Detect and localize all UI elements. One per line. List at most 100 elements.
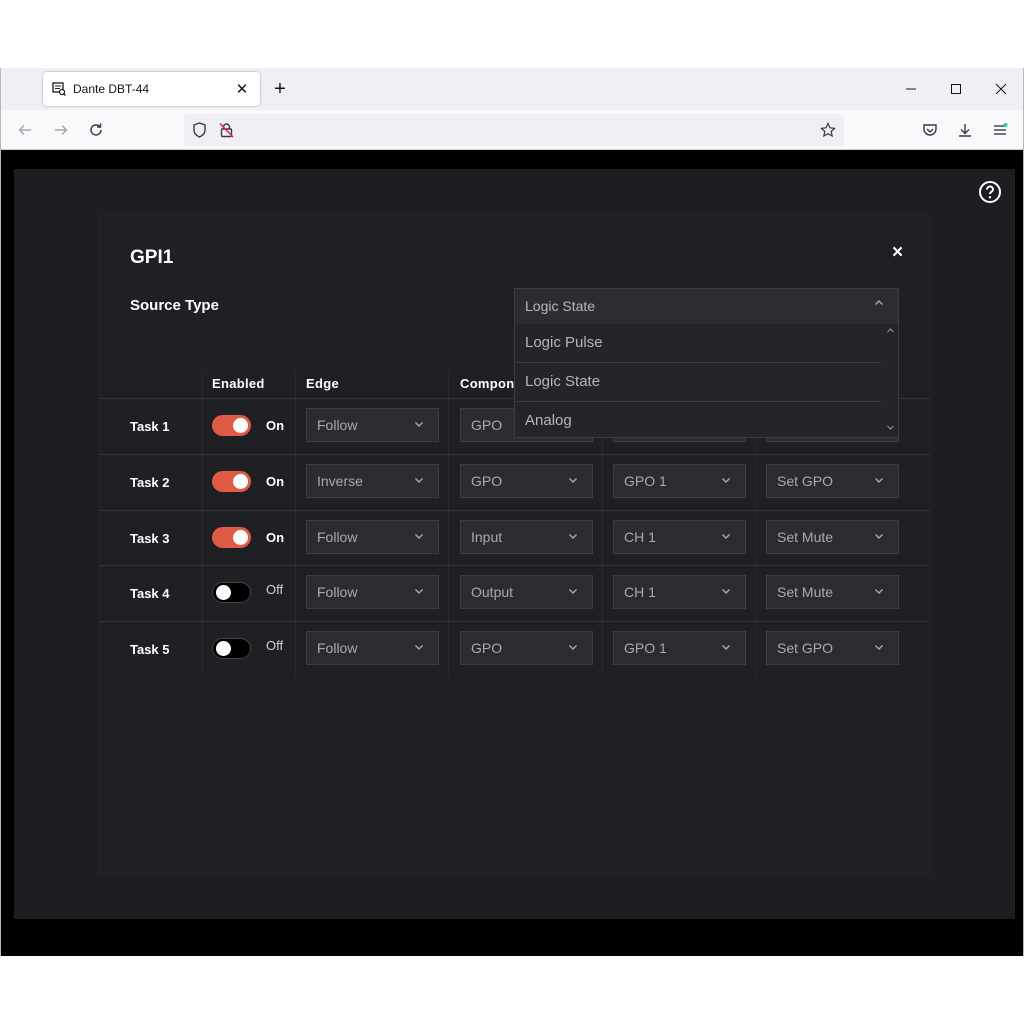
channel-select[interactable]: GPO 1 <box>613 631 746 665</box>
navigation-bar <box>1 110 1023 150</box>
edge-value: Follow <box>317 529 358 545</box>
task-label: Task 5 <box>130 642 170 657</box>
toggle-knob <box>233 474 248 489</box>
browser-window: Dante DBT-44 ✕ + GPI1 × Source Type Enab… <box>0 68 1024 956</box>
action-select[interactable]: Set GPO <box>766 631 899 665</box>
action-select[interactable]: Set Mute <box>766 575 899 609</box>
toggle-state-label: On <box>266 418 285 433</box>
insecure-lock-icon[interactable] <box>218 122 234 138</box>
new-tab-button[interactable]: + <box>269 78 291 100</box>
maximize-button[interactable] <box>933 68 979 110</box>
dropdown-option[interactable]: Analog <box>515 402 881 437</box>
toggle-knob <box>216 585 231 600</box>
page-content: GPI1 × Source Type Enabled Edge Compon T… <box>2 151 1023 956</box>
modal-close-button[interactable]: × <box>892 242 903 264</box>
channel-select[interactable]: CH 1 <box>613 575 746 609</box>
chevron-down-icon <box>568 642 578 652</box>
edge-select[interactable]: Follow <box>306 520 439 554</box>
help-icon[interactable] <box>978 180 1002 204</box>
enabled-toggle[interactable] <box>212 527 251 548</box>
action-value: Set GPO <box>777 640 834 656</box>
chevron-down-icon <box>874 475 884 485</box>
chevron-down-icon <box>568 475 578 485</box>
enabled-toggle[interactable] <box>212 638 251 659</box>
menu-icon[interactable] <box>988 118 1012 142</box>
scroll-down-icon[interactable] <box>886 423 895 435</box>
row-divider <box>100 621 930 622</box>
row-divider <box>100 454 930 455</box>
tab-title: Dante DBT-44 <box>73 82 150 96</box>
column-divider <box>202 371 203 676</box>
edge-value: Inverse <box>317 473 363 489</box>
edge-select[interactable]: Follow <box>306 408 439 442</box>
row-divider <box>100 565 930 566</box>
reload-icon[interactable] <box>84 118 108 142</box>
chevron-down-icon <box>721 586 731 596</box>
toggle-knob <box>216 641 231 656</box>
task-label: Task 4 <box>130 586 170 601</box>
tab-close-icon[interactable]: ✕ <box>234 80 250 98</box>
component-value: Output <box>471 584 514 600</box>
enabled-toggle[interactable] <box>212 582 251 603</box>
toggle-state-label: On <box>266 474 285 489</box>
chevron-down-icon <box>721 531 731 541</box>
forward-arrow-icon[interactable] <box>49 118 73 142</box>
edge-select[interactable]: Inverse <box>306 464 439 498</box>
bookmark-star-icon[interactable] <box>820 122 836 138</box>
channel-select[interactable]: CH 1 <box>613 520 746 554</box>
component-select[interactable]: GPO <box>460 464 593 498</box>
modal-title: GPI1 <box>130 247 174 268</box>
chevron-down-icon <box>568 586 578 596</box>
dropdown-option[interactable]: Logic State <box>515 363 881 402</box>
back-arrow-icon[interactable] <box>13 118 37 142</box>
toggle-state-label: On <box>266 530 285 545</box>
source-type-value: Logic State <box>525 298 596 314</box>
task-label: Task 1 <box>130 419 170 434</box>
enabled-toggle[interactable] <box>212 471 251 492</box>
shield-icon[interactable] <box>191 122 207 138</box>
action-value: Set Mute <box>777 584 834 600</box>
channel-value: GPO 1 <box>624 640 667 656</box>
close-window-button[interactable] <box>978 68 1024 110</box>
chevron-down-icon <box>414 419 424 429</box>
url-bar[interactable] <box>184 114 844 146</box>
action-value: Set Mute <box>777 529 834 545</box>
source-type-select[interactable]: Logic State <box>514 288 899 324</box>
chevron-down-icon <box>874 531 884 541</box>
toggle-knob <box>233 530 248 545</box>
downloads-icon[interactable] <box>953 118 977 142</box>
action-select[interactable]: Set GPO <box>766 464 899 498</box>
action-select[interactable]: Set Mute <box>766 520 899 554</box>
edge-value: Follow <box>317 640 358 656</box>
chevron-down-icon <box>874 586 884 596</box>
action-value: Set GPO <box>777 473 834 489</box>
channel-select[interactable]: GPO 1 <box>613 464 746 498</box>
component-value: GPO <box>471 640 503 656</box>
scroll-up-icon[interactable] <box>886 326 895 338</box>
task-label: Task 2 <box>130 475 170 490</box>
page-icon <box>51 81 67 97</box>
component-select[interactable]: Output <box>460 575 593 609</box>
chevron-down-icon <box>414 586 424 596</box>
edge-value: Follow <box>317 584 358 600</box>
channel-value: CH 1 <box>624 584 656 600</box>
component-select[interactable]: Input <box>460 520 593 554</box>
component-value: GPO <box>471 473 503 489</box>
edge-select[interactable]: Follow <box>306 575 439 609</box>
chevron-up-icon <box>874 298 884 308</box>
enabled-toggle[interactable] <box>212 415 251 436</box>
browser-tab[interactable]: Dante DBT-44 ✕ <box>43 72 260 106</box>
dropdown-option[interactable]: Logic Pulse <box>515 324 881 363</box>
component-select[interactable]: GPO <box>460 631 593 665</box>
toggle-knob <box>233 418 248 433</box>
pocket-icon[interactable] <box>918 118 942 142</box>
edge-select[interactable]: Follow <box>306 631 439 665</box>
chevron-down-icon <box>414 531 424 541</box>
channel-value: GPO 1 <box>624 473 667 489</box>
chevron-down-icon <box>414 475 424 485</box>
column-divider <box>448 371 449 676</box>
minimize-button[interactable] <box>888 68 934 110</box>
source-type-label: Source Type <box>130 297 219 314</box>
component-value: GPO <box>471 417 503 433</box>
component-value: Input <box>471 529 503 545</box>
